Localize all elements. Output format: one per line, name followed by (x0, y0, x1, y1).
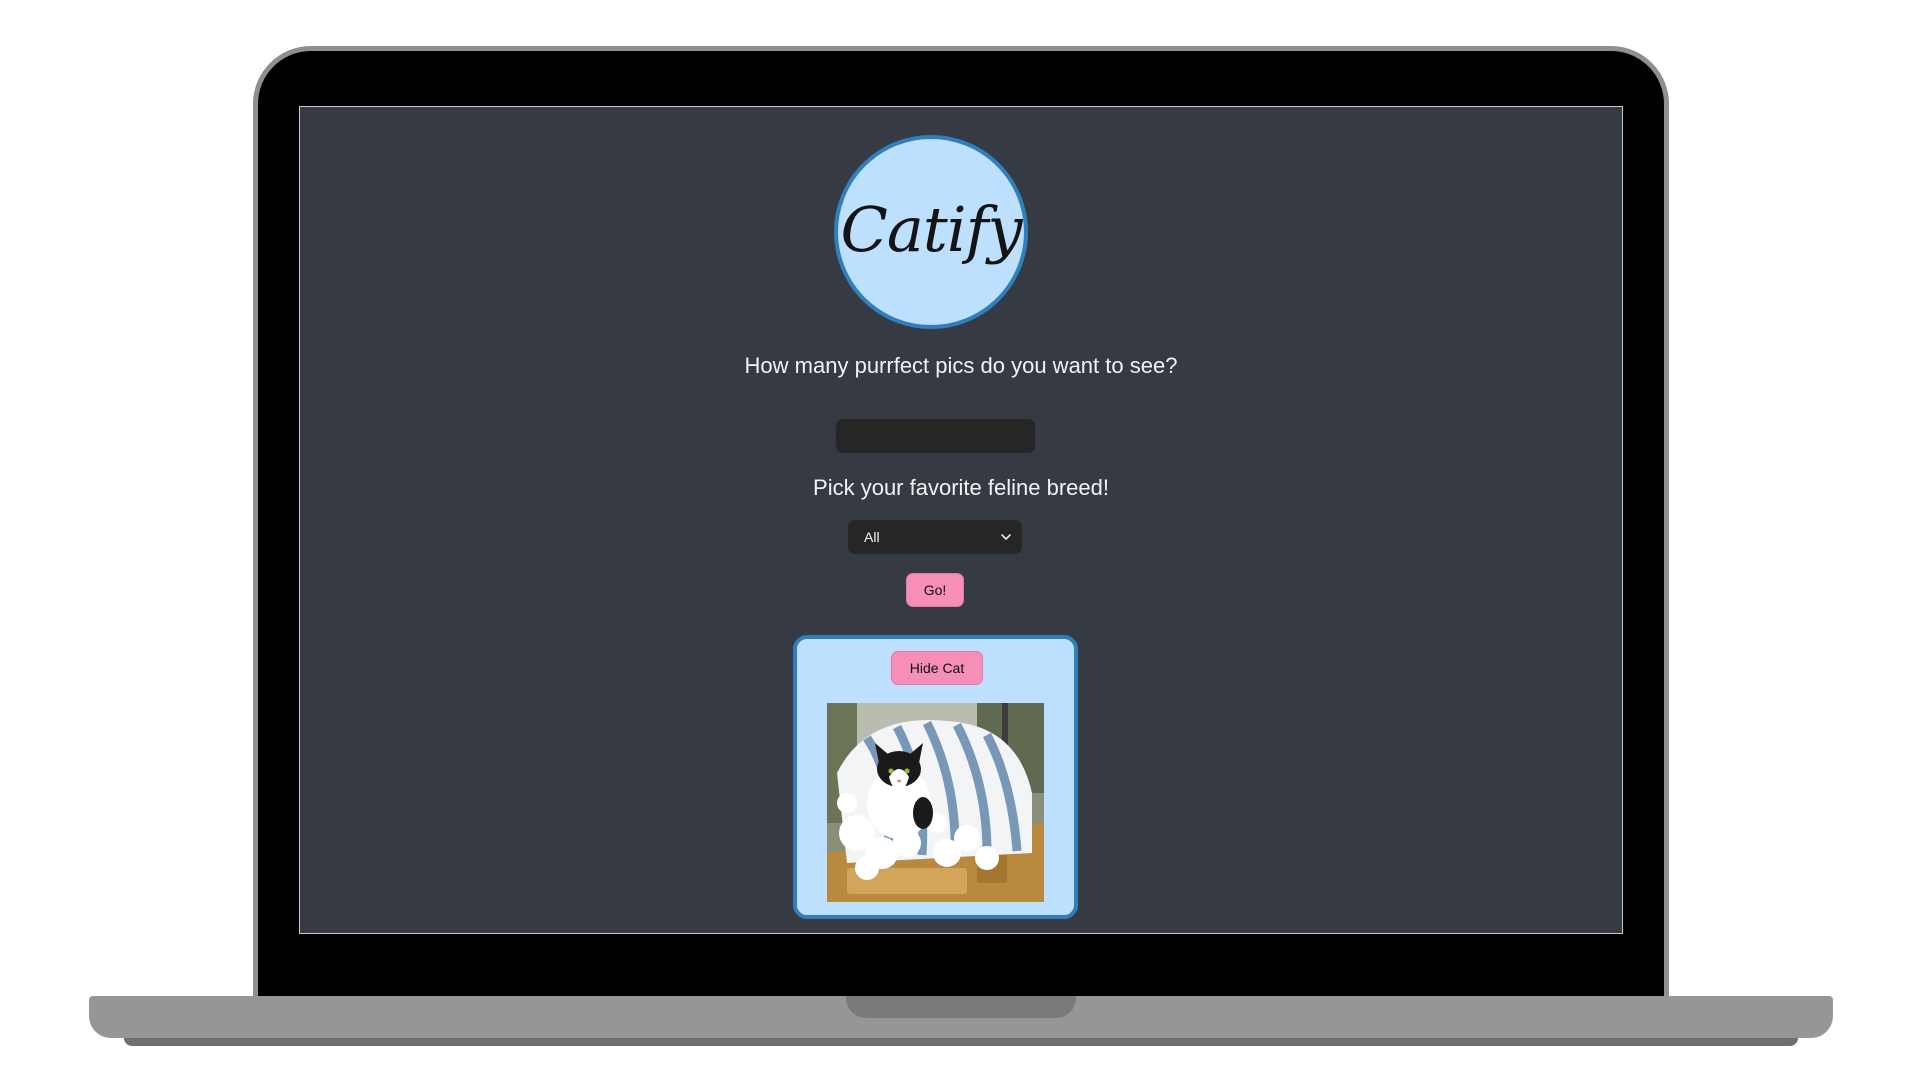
laptop-base-lip (124, 1038, 1798, 1046)
catify-logo: Catify (834, 135, 1028, 329)
cat-card: Hide Cat (793, 635, 1078, 919)
laptop-mockup: Catify How many purrfect pics do you wan… (0, 0, 1920, 1080)
cat-photo (827, 703, 1044, 902)
logo-text: Catify (840, 192, 1022, 266)
hide-cat-button[interactable]: Hide Cat (891, 651, 983, 685)
laptop-notch (846, 996, 1076, 1018)
count-input[interactable] (836, 419, 1035, 453)
chevron-down-icon (1000, 531, 1012, 543)
breed-select[interactable]: All (848, 520, 1022, 554)
breed-prompt: Pick your favorite feline breed! (813, 475, 1109, 500)
laptop-screen: Catify How many purrfect pics do you wan… (299, 106, 1623, 934)
go-button[interactable]: Go! (906, 573, 964, 607)
count-prompt: How many purrfect pics do you want to se… (744, 353, 1178, 378)
breed-select-value: All (864, 529, 880, 545)
